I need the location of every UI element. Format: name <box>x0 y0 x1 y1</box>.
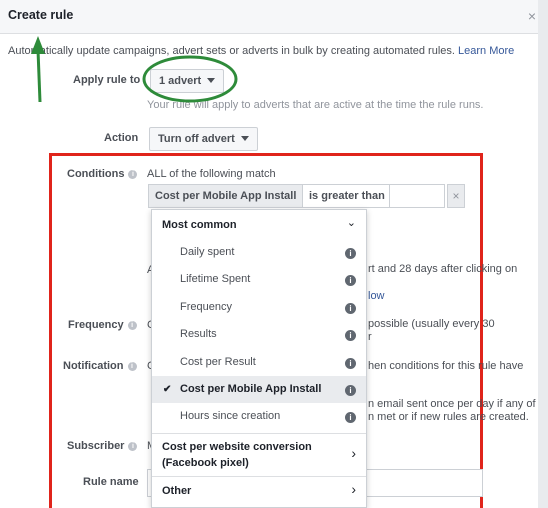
info-icon[interactable]: i <box>128 442 138 451</box>
dropdown-item-label: Daily spent <box>180 246 235 258</box>
dropdown-item-label: Hours since creation <box>180 410 281 422</box>
dropdown-section-title[interactable]: Most common <box>162 219 237 231</box>
operator-selector[interactable]: is greater than <box>302 184 392 208</box>
condition-value-input[interactable] <box>389 184 445 208</box>
notification-label-text: Notification <box>63 360 124 372</box>
conditions-label-text: Conditions <box>67 168 125 180</box>
dropdown-item-label: Cost per Result <box>180 356 256 368</box>
chevron-down-icon[interactable]: ⌄ <box>347 216 356 229</box>
dropdown-item-frequency[interactable]: Frequency i <box>152 294 366 321</box>
close-icon[interactable]: × <box>528 8 536 24</box>
subscriber-label-text: Subscriber <box>67 440 125 452</box>
info-icon[interactable]: i <box>345 358 356 369</box>
dropdown-group-label-2: (Facebook pixel) <box>162 457 249 469</box>
info-icon[interactable]: i <box>345 248 356 259</box>
info-icon[interactable]: i <box>345 303 356 314</box>
conditions-match-text: ALL of the following match <box>147 168 276 180</box>
how-link-fragment[interactable]: low <box>368 290 385 302</box>
frequency-fragment: possible (usually every 30 <box>368 318 495 330</box>
dropdown-item-cost-per-result[interactable]: Cost per Result i <box>152 349 366 376</box>
info-icon[interactable]: i <box>127 321 137 330</box>
metric-selector[interactable]: Cost per Mobile App Install <box>148 184 304 208</box>
dropdown-item-lifetime-spent[interactable]: Lifetime Spent i <box>152 266 366 293</box>
dropdown-item-label: Lifetime Spent <box>180 273 251 285</box>
dialog-header: Create rule × <box>0 0 548 34</box>
dropdown-item-cost-per-mobile-app-install[interactable]: ✔ Cost per Mobile App Install i <box>152 376 366 403</box>
action-value: Turn off advert <box>158 133 235 145</box>
dropdown-item-label: Frequency <box>180 301 232 313</box>
dropdown-divider <box>152 433 366 434</box>
dropdown-item-label: Results <box>180 328 217 340</box>
background-edge <box>538 0 548 508</box>
notification-label: Notification i <box>63 360 137 372</box>
dropdown-group-label: Other <box>162 485 192 497</box>
apply-rule-hint: Your rule will apply to adverts that are… <box>147 99 484 111</box>
dropdown-group-cost-per-website-conversion[interactable]: Cost per website conversion (Facebook pi… <box>152 436 366 474</box>
action-label: Action <box>104 132 139 144</box>
frequency-label-text: Frequency <box>68 319 124 331</box>
notification-fragment-2: n email sent once per day if any of <box>368 398 536 410</box>
dropdown-item-hours-since-creation[interactable]: Hours since creation i <box>152 403 366 430</box>
rule-name-label: Rule name <box>83 476 139 488</box>
metric-dropdown-menu: Most common ⌄ Daily spent i Lifetime Spe… <box>151 209 367 508</box>
action-dropdown[interactable]: Turn off advert <box>149 127 258 151</box>
conditions-label: Conditions i <box>67 168 138 180</box>
info-icon[interactable]: i <box>345 412 356 423</box>
chevron-right-icon: › <box>351 481 356 497</box>
annotation-arrow-shaft <box>36 49 42 103</box>
info-icon[interactable]: i <box>127 362 137 371</box>
frequency-label: Frequency i <box>68 319 137 331</box>
dropdown-group-label: Cost per website conversion <box>162 441 312 453</box>
chevron-right-icon: › <box>351 445 356 461</box>
info-icon[interactable]: i <box>345 385 356 396</box>
info-icon[interactable]: i <box>128 170 138 179</box>
dropdown-divider <box>152 476 366 477</box>
notification-fragment-1: hen conditions for this rule have <box>368 360 524 372</box>
notification-fragment-3: n met or if new rules are created. <box>368 411 529 423</box>
apply-rule-dropdown[interactable]: 1 advert <box>150 69 225 93</box>
caret-down-icon <box>240 136 249 141</box>
intro-text: Automatically update campaigns, advert s… <box>8 45 538 57</box>
dropdown-item-results[interactable]: Results i <box>152 321 366 348</box>
info-icon[interactable]: i <box>345 275 356 286</box>
dropdown-item-daily-spent[interactable]: Daily spent i <box>152 239 366 266</box>
apply-rule-label: Apply rule to <box>73 74 141 86</box>
dropdown-group-other[interactable]: Other › <box>152 478 366 506</box>
subscriber-label: Subscriber i <box>67 440 138 452</box>
learn-more-link[interactable]: Learn More <box>458 45 514 57</box>
check-icon: ✔ <box>163 384 172 395</box>
frequency-fragment-2: r <box>368 331 372 343</box>
remove-condition-icon[interactable]: × <box>447 184 465 208</box>
attribution-fragment: rt and 28 days after clicking on <box>368 263 518 275</box>
dropdown-item-label: Cost per Mobile App Install <box>180 383 322 395</box>
dialog-title: Create rule <box>8 8 74 22</box>
apply-rule-value: 1 advert <box>159 75 202 87</box>
caret-down-icon <box>207 78 216 83</box>
info-icon[interactable]: i <box>345 330 356 341</box>
intro-description: Automatically update campaigns, advert s… <box>8 45 455 57</box>
